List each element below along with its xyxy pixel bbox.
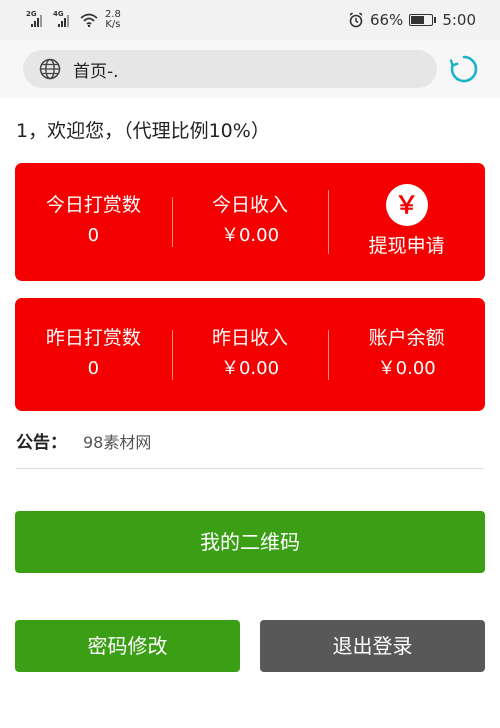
address-text: 首页-. [73, 61, 119, 82]
withdraw-request-label: 提现申请 [368, 235, 445, 257]
yesterday-tip-count-label: 昨日打赏数 [45, 326, 141, 349]
cellular-signal-icon: 2G [26, 11, 48, 29]
browser-toolbar: 首页-. [0, 40, 500, 98]
announcement-label: 公告： [16, 433, 67, 453]
speed-unit: K/s [105, 19, 121, 30]
globe-icon [39, 58, 61, 80]
account-balance-label: 账户余额 [368, 326, 445, 349]
refresh-icon[interactable] [449, 54, 479, 84]
today-income-label: 今日收入 [212, 194, 289, 216]
today-tip-count-value: 0 [87, 225, 100, 246]
today-tip-count-label: 今日打赏数 [45, 194, 141, 216]
yesterday-tip-count: 昨日打赏数 0 [15, 324, 172, 386]
address-bar[interactable]: 首页-. [23, 50, 437, 88]
account-balance: 账户余额 ￥0.00 [328, 324, 485, 386]
yesterday-income-value: ￥0.00 [220, 357, 280, 379]
today-stats-card: 今日打赏数 0 今日收入 ￥0.00 ￥ 提现申请 [15, 163, 485, 281]
account-balance-value: ￥0.00 [377, 357, 436, 379]
yesterday-income: 昨日收入 ￥0.00 [171, 324, 329, 386]
alarm-icon [349, 12, 363, 28]
today-income-value: ￥0.00 [220, 225, 280, 246]
announcement-text: 98素材网 [83, 433, 152, 452]
network-speed: 2.8 K/s [105, 10, 121, 30]
yen-icon: ￥ [385, 184, 428, 226]
yesterday-income-label: 昨日收入 [212, 326, 289, 349]
yesterday-stats-card: 昨日打赏数 0 昨日收入 ￥0.00 账户余额 ￥0.00 [15, 298, 485, 411]
withdraw-request-button[interactable]: ￥ 提现申请 [328, 184, 485, 260]
welcome-message: 1，欢迎您，（代理比例10%） [16, 120, 270, 142]
status-bar: 2G 4G 2.8 K/s 66% 5:00 [0, 0, 500, 40]
today-income: 今日收入 ￥0.00 [171, 191, 329, 253]
status-bar-left: 2G 4G 2.8 K/s [26, 10, 121, 30]
status-bar-right: 66% 5:00 [348, 11, 476, 29]
logout-button[interactable]: 退出登录 [260, 620, 485, 672]
wifi-icon [80, 13, 98, 27]
cellular-signal-icon-2: 4G [53, 11, 75, 29]
change-password-button[interactable]: 密码修改 [15, 620, 240, 672]
today-tip-count: 今日打赏数 0 [15, 191, 172, 253]
clock: 5:00 [442, 11, 476, 29]
my-qr-code-button[interactable]: 我的二维码 [15, 511, 485, 573]
battery-icon [409, 14, 437, 26]
announcement: 公告： 98素材网 [16, 428, 484, 469]
battery-percent: 66% [369, 11, 404, 29]
yesterday-tip-count-value: 0 [87, 357, 100, 379]
